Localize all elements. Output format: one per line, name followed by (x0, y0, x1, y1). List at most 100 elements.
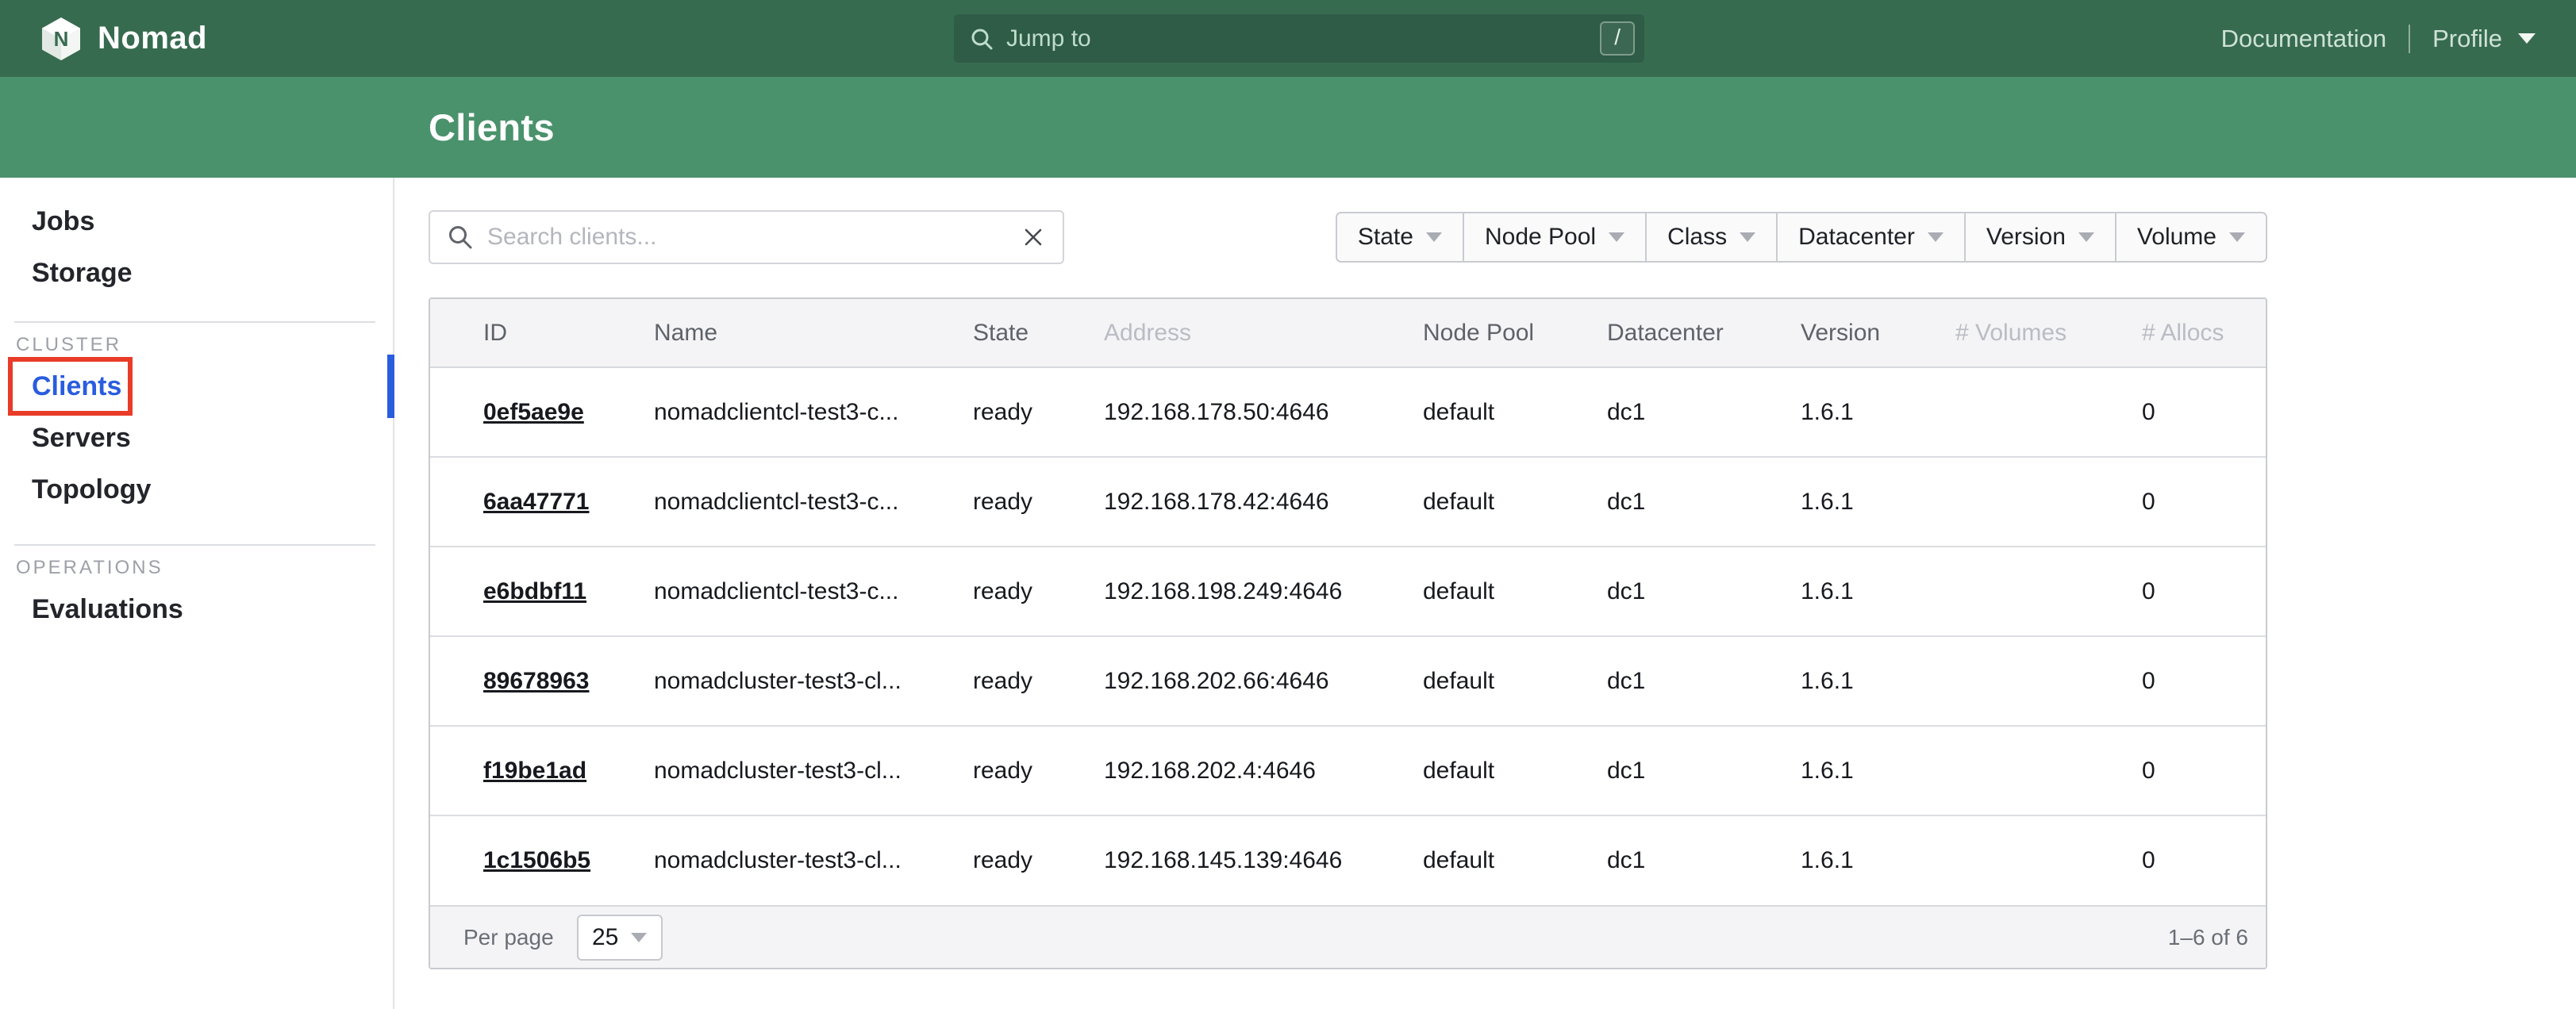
filter-datacenter-button[interactable]: Datacenter (1776, 213, 1964, 261)
column-header-version[interactable]: Version (1781, 299, 1936, 367)
column-header-name[interactable]: Name (634, 299, 953, 367)
client-version: 1.6.1 (1781, 547, 1936, 636)
table-pagination-footer: Per page 25 1–6 of 6 (430, 905, 2266, 968)
top-navigation-bar: N Nomad / Documentation Profile (0, 0, 2576, 77)
client-allocs: 0 (2122, 636, 2267, 726)
chevron-down-icon (1609, 232, 1624, 242)
sidebar-item-storage[interactable]: Storage (0, 247, 393, 299)
client-state: ready (953, 815, 1084, 905)
column-header-address: Address (1084, 299, 1403, 367)
client-name: nomadcluster-test3-cl... (634, 636, 953, 726)
sidebar-item-jobs[interactable]: Jobs (0, 196, 393, 247)
client-volumes (1936, 815, 2122, 905)
table-row[interactable]: 6aa47771 nomadclientcl-test3-c... ready … (430, 457, 2267, 547)
client-id-link[interactable]: 0ef5ae9e (483, 399, 584, 425)
filter-node-pool-button[interactable]: Node Pool (1463, 213, 1645, 261)
client-datacenter: dc1 (1587, 636, 1781, 726)
client-datacenter: dc1 (1587, 815, 1781, 905)
chevron-down-icon (2078, 232, 2094, 242)
sidebar-item-clients[interactable]: Clients (0, 361, 393, 412)
column-header-datacenter[interactable]: Datacenter (1587, 299, 1781, 367)
client-name: nomadclientcl-test3-c... (634, 547, 953, 636)
filter-label: State (1358, 224, 1413, 251)
client-node-pool: default (1403, 636, 1587, 726)
client-node-pool: default (1403, 457, 1587, 547)
column-header-state[interactable]: State (953, 299, 1084, 367)
client-id-link[interactable]: 6aa47771 (483, 489, 589, 515)
sidebar-item-label: Topology (32, 474, 151, 505)
sidebar-item-evaluations[interactable]: Evaluations (0, 584, 393, 635)
client-node-pool: default (1403, 726, 1587, 815)
active-nav-indicator (387, 355, 394, 418)
client-id-link[interactable]: e6bdbf11 (483, 578, 586, 604)
client-state: ready (953, 726, 1084, 815)
client-allocs: 0 (2122, 726, 2267, 815)
client-id-link[interactable]: f19be1ad (483, 758, 586, 784)
sidebar-item-label: Jobs (32, 206, 94, 237)
search-clients-input[interactable] (486, 223, 1010, 251)
topnav-right-links: Documentation Profile (2221, 25, 2536, 53)
client-node-pool: default (1403, 547, 1587, 636)
client-version: 1.6.1 (1781, 457, 1936, 547)
sidebar-divider (14, 321, 375, 323)
filter-label: Version (1986, 224, 2066, 251)
jump-to-search[interactable]: / (954, 14, 1644, 63)
documentation-link[interactable]: Documentation (2221, 25, 2387, 53)
client-address: 192.168.202.66:4646 (1084, 636, 1403, 726)
client-datacenter: dc1 (1587, 547, 1781, 636)
client-allocs: 0 (2122, 815, 2267, 905)
sidebar-item-topology[interactable]: Topology (0, 464, 393, 516)
client-volumes (1936, 726, 2122, 815)
clear-search-icon[interactable] (1023, 227, 1044, 247)
client-state: ready (953, 367, 1084, 457)
client-allocs: 0 (2122, 367, 2267, 457)
client-node-pool: default (1403, 367, 1587, 457)
client-address: 192.168.178.42:4646 (1084, 457, 1403, 547)
sidebar-item-label: Servers (32, 423, 131, 454)
column-header-volumes: # Volumes (1936, 299, 2122, 367)
column-header-id[interactable]: ID (430, 299, 634, 367)
table-row[interactable]: f19be1ad nomadcluster-test3-cl... ready … (430, 726, 2267, 815)
per-page-select[interactable]: 25 (577, 915, 663, 961)
client-id-link[interactable]: 89678963 (483, 668, 589, 694)
chevron-down-icon (1928, 232, 1944, 242)
filter-class-button[interactable]: Class (1645, 213, 1776, 261)
pagination-range: 1–6 of 6 (2168, 925, 2248, 950)
chevron-down-icon[interactable] (2518, 33, 2536, 44)
filter-label: Node Pool (1485, 224, 1596, 251)
slash-shortcut-badge: / (1600, 21, 1635, 56)
table-row[interactable]: e6bdbf11 nomadclientcl-test3-c... ready … (430, 547, 2267, 636)
sidebar-item-label: Clients (32, 371, 121, 402)
table-row[interactable]: 1c1506b5 nomadcluster-test3-cl... ready … (430, 815, 2267, 905)
client-datacenter: dc1 (1587, 726, 1781, 815)
sidebar-item-servers[interactable]: Servers (0, 412, 393, 464)
clients-search-box[interactable] (429, 210, 1064, 264)
client-state: ready (953, 636, 1084, 726)
client-datacenter: dc1 (1587, 457, 1781, 547)
client-name: nomadclientcl-test3-c... (634, 457, 953, 547)
filter-state-button[interactable]: State (1337, 213, 1463, 261)
column-header-node-pool[interactable]: Node Pool (1403, 299, 1587, 367)
chevron-down-icon (1740, 232, 1755, 242)
client-node-pool: default (1403, 815, 1587, 905)
profile-menu-button[interactable]: Profile (2432, 25, 2502, 53)
search-icon (448, 224, 473, 250)
client-allocs: 0 (2122, 547, 2267, 636)
filter-version-button[interactable]: Version (1964, 213, 2115, 261)
client-state: ready (953, 457, 1084, 547)
client-version: 1.6.1 (1781, 726, 1936, 815)
client-volumes (1936, 457, 2122, 547)
jump-to-input[interactable] (1005, 25, 1589, 53)
client-version: 1.6.1 (1781, 367, 1936, 457)
nomad-clients-page: N Nomad / Documentation Profile Clients (0, 0, 2576, 1009)
client-id-link[interactable]: 1c1506b5 (483, 847, 590, 873)
sidebar-item-label: Storage (32, 258, 133, 289)
svg-text:N: N (54, 27, 69, 51)
nomad-home-link[interactable]: N Nomad (40, 17, 207, 61)
page-header: Clients (0, 77, 2576, 178)
table-row[interactable]: 0ef5ae9e nomadclientcl-test3-c... ready … (430, 367, 2267, 457)
filter-volume-button[interactable]: Volume (2115, 213, 2266, 261)
filter-label: Volume (2137, 224, 2217, 251)
table-row[interactable]: 89678963 nomadcluster-test3-cl... ready … (430, 636, 2267, 726)
nomad-logo-icon: N (40, 17, 82, 61)
